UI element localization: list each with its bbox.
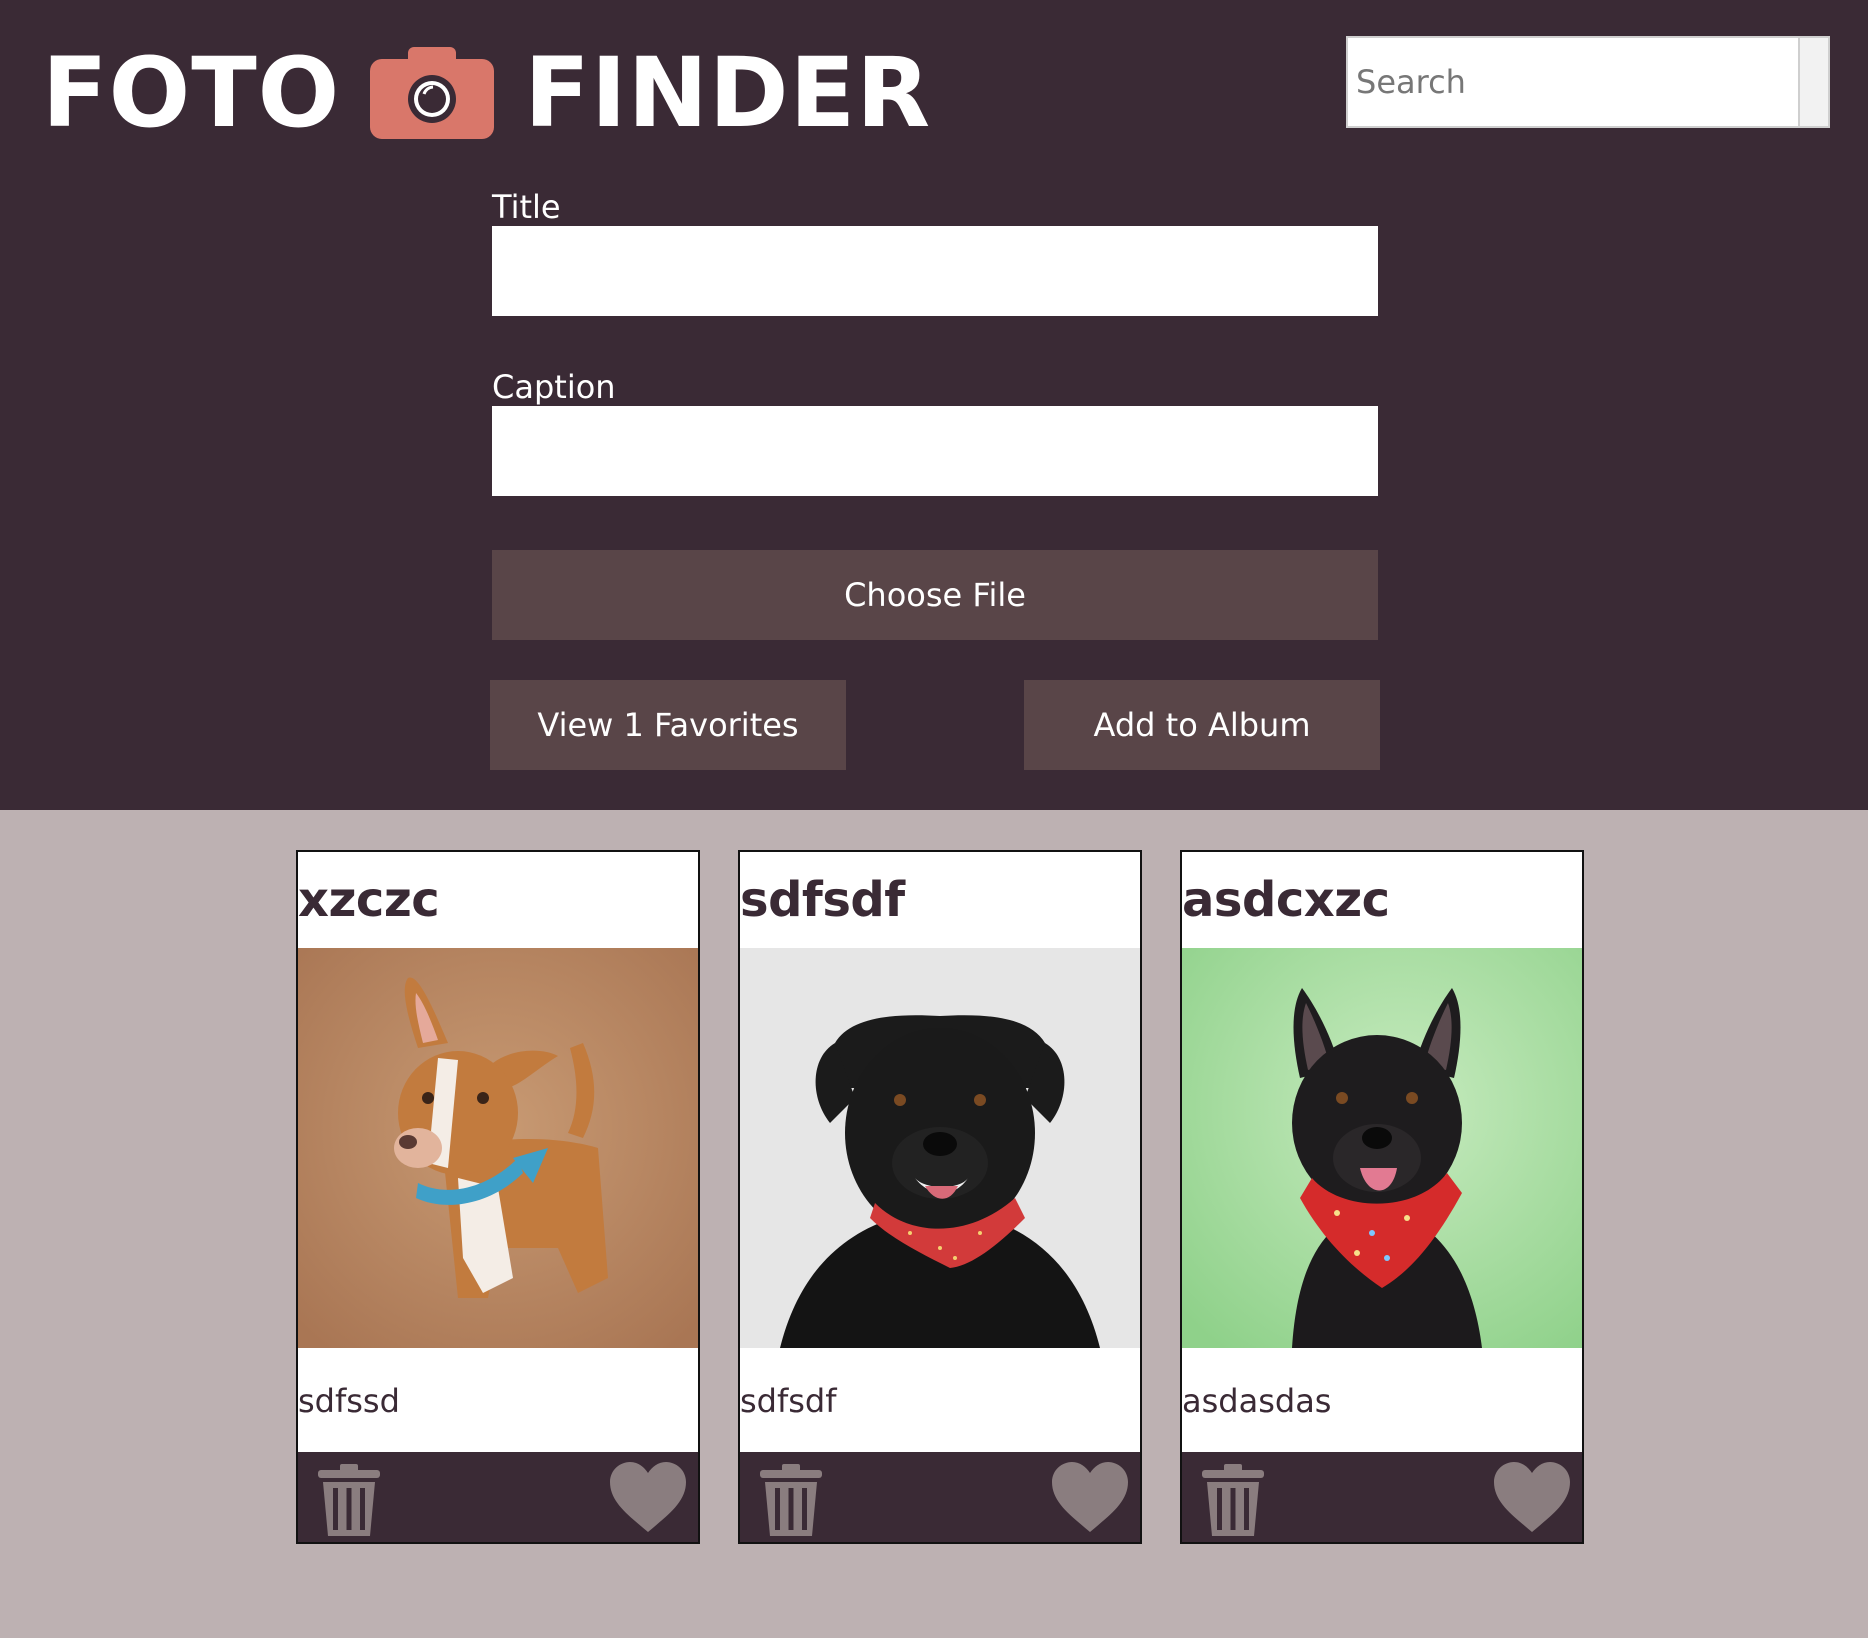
search-box xyxy=(1346,36,1830,128)
title-input[interactable] xyxy=(492,226,1378,316)
photo-card: sdfsdf sdfsdf xyxy=(738,850,1142,1544)
photo-grid: xzczc sdfssd sdfsdf sdfsdf asdcxzc asdas… xyxy=(296,850,1584,1544)
caption-label: Caption xyxy=(492,368,616,406)
header: FOTO FINDER Title Caption Choose File Vi… xyxy=(0,0,1868,810)
heart-icon[interactable] xyxy=(608,1460,688,1534)
search-button[interactable] xyxy=(1798,38,1828,126)
trash-icon[interactable] xyxy=(314,1462,384,1538)
camera-icon xyxy=(370,47,495,139)
trash-icon[interactable] xyxy=(756,1462,826,1538)
app-logo: FOTO FINDER xyxy=(42,38,931,148)
card-title[interactable]: sdfsdf xyxy=(740,852,1140,948)
caption-input[interactable] xyxy=(492,406,1378,496)
card-title[interactable]: asdcxzc xyxy=(1182,852,1582,948)
photo-black-dog xyxy=(740,948,1140,1348)
heart-icon[interactable] xyxy=(1492,1460,1572,1534)
card-footer xyxy=(298,1452,698,1542)
card-caption[interactable]: sdfssd xyxy=(298,1348,698,1454)
photo-tan-dog xyxy=(298,948,698,1348)
card-caption[interactable]: sdfsdf xyxy=(740,1348,1140,1454)
search-input[interactable] xyxy=(1348,38,1798,126)
logo-word-finder: FINDER xyxy=(524,37,932,149)
card-footer xyxy=(740,1452,1140,1542)
photo-card: xzczc sdfssd xyxy=(296,850,700,1544)
choose-file-button[interactable]: Choose File xyxy=(492,550,1378,640)
logo-word-foto: FOTO xyxy=(42,37,341,149)
card-footer xyxy=(1182,1452,1582,1542)
add-to-album-button[interactable]: Add to Album xyxy=(1024,680,1380,770)
card-title[interactable]: xzczc xyxy=(298,852,698,948)
photo-card: asdcxzc asdasdas xyxy=(1180,850,1584,1544)
title-label: Title xyxy=(492,188,561,226)
view-favorites-button[interactable]: View 1 Favorites xyxy=(490,680,846,770)
card-caption[interactable]: asdasdas xyxy=(1182,1348,1582,1454)
trash-icon[interactable] xyxy=(1198,1462,1268,1538)
photo-black-dog-green xyxy=(1182,948,1582,1348)
heart-icon[interactable] xyxy=(1050,1460,1130,1534)
